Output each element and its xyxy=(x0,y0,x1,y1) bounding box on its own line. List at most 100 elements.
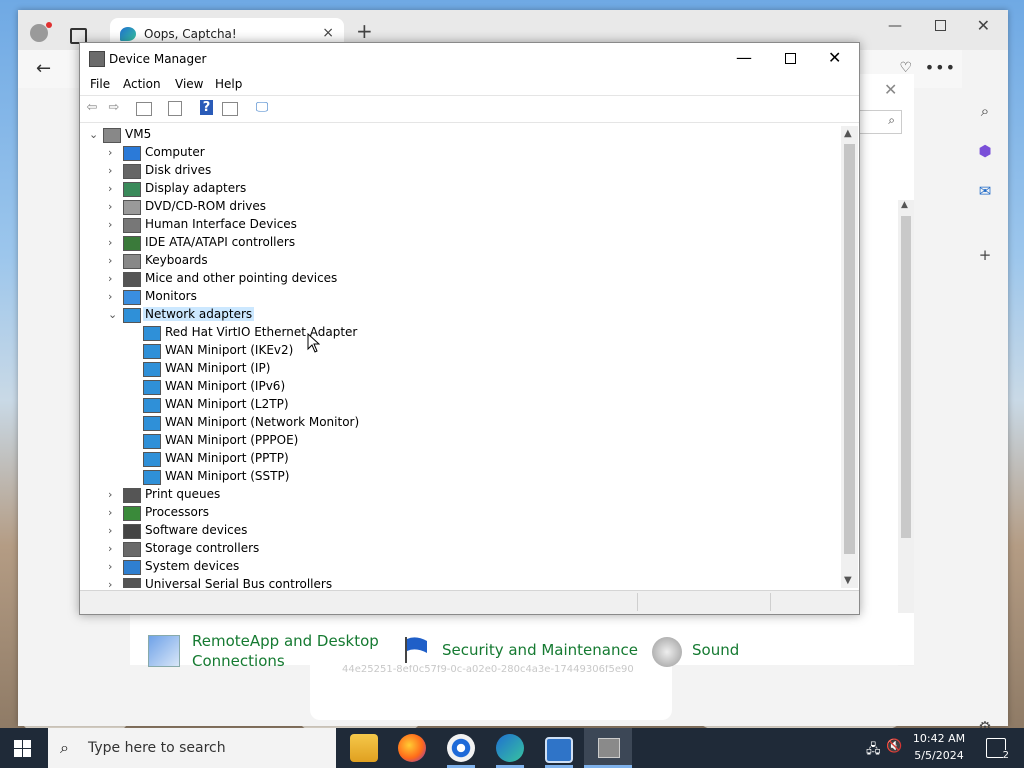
chevron-right-icon[interactable]: › xyxy=(108,560,118,573)
tree-category[interactable]: › Processors xyxy=(81,504,841,522)
chevron-right-icon[interactable]: › xyxy=(108,146,118,159)
help-icon[interactable]: ? xyxy=(200,100,213,115)
search-icon[interactable]: ⌕ xyxy=(976,102,994,120)
tree-device-item[interactable]: WAN Miniport (IP) xyxy=(81,360,841,378)
minimize-button[interactable]: — xyxy=(736,48,752,67)
scrollbar-thumb[interactable] xyxy=(901,216,911,538)
tree-category[interactable]: › Universal Serial Bus controllers xyxy=(81,576,841,588)
back-button[interactable]: ← xyxy=(36,58,51,79)
menu-action[interactable]: Action xyxy=(123,77,161,91)
clock-date[interactable]: 5/5/2024 xyxy=(906,749,972,762)
sound-link[interactable]: Sound xyxy=(692,641,739,659)
notification-center-icon[interactable]: 2 xyxy=(986,738,1009,761)
tree-category[interactable]: › Storage controllers xyxy=(81,540,841,558)
web-dialog-close-icon[interactable]: ✕ xyxy=(884,80,897,99)
clock-time[interactable]: 10:42 AM xyxy=(906,732,972,745)
tree-device-item[interactable]: WAN Miniport (PPTP) xyxy=(81,450,841,468)
chevron-right-icon[interactable]: › xyxy=(108,272,118,285)
chevron-right-icon[interactable]: › xyxy=(108,164,118,177)
volume-muted-icon[interactable]: 🔇 xyxy=(886,739,902,754)
browser-minimize-button[interactable]: — xyxy=(888,18,902,34)
file-explorer-icon[interactable] xyxy=(350,734,378,762)
chevron-right-icon[interactable]: › xyxy=(108,488,118,501)
forward-arrow-icon[interactable]: ⇨ xyxy=(106,100,122,116)
properties-icon[interactable] xyxy=(168,101,182,116)
firefox-icon[interactable] xyxy=(398,734,426,762)
chrome-icon[interactable] xyxy=(447,734,475,762)
scroll-up-icon[interactable]: ▲ xyxy=(844,128,852,139)
chevron-down-icon[interactable]: ⌄ xyxy=(89,128,99,141)
tree-category[interactable]: › Keyboards xyxy=(81,252,841,270)
network-icon[interactable]: 🖧 xyxy=(866,740,881,762)
tree-category[interactable]: › System devices xyxy=(81,558,841,576)
tree-category[interactable]: › DVD/CD-ROM drives xyxy=(81,198,841,216)
browser-maximize-button[interactable] xyxy=(935,20,946,31)
scrollbar-thumb[interactable] xyxy=(844,144,855,554)
tree-category[interactable]: › Software devices xyxy=(81,522,841,540)
tree-device-item[interactable]: WAN Miniport (L2TP) xyxy=(81,396,841,414)
add-sidebar-app-icon[interactable]: + xyxy=(976,246,994,264)
chevron-right-icon[interactable]: › xyxy=(108,182,118,195)
chevron-down-icon[interactable]: ⌄ xyxy=(108,308,118,321)
tab-close-button[interactable]: × xyxy=(322,25,334,41)
device-tree-scrollbar[interactable]: ▲ ▼ xyxy=(841,126,858,588)
tree-item-label: VM5 xyxy=(125,127,152,141)
tree-device-item[interactable]: WAN Miniport (Network Monitor) xyxy=(81,414,841,432)
edge-icon[interactable] xyxy=(496,734,524,762)
update-driver-icon[interactable] xyxy=(222,102,238,116)
show-hide-console-tree-icon[interactable] xyxy=(136,102,152,116)
tree-device-item[interactable]: WAN Miniport (PPPOE) xyxy=(81,432,841,450)
control-panel-scrollbar[interactable]: ▲ ▼ xyxy=(898,200,914,666)
tree-category[interactable]: › Disk drives xyxy=(81,162,841,180)
start-button[interactable] xyxy=(14,740,31,757)
tree-category[interactable]: › Print queues xyxy=(81,486,841,504)
outlook-icon[interactable]: ✉ xyxy=(976,182,994,200)
chevron-right-icon[interactable]: › xyxy=(108,506,118,519)
chevron-right-icon[interactable]: › xyxy=(108,542,118,555)
chevron-right-icon[interactable]: › xyxy=(108,578,118,588)
chevron-right-icon[interactable]: › xyxy=(108,236,118,249)
taskbar: ⌕ Type here to search 🖧 🔇 10:42 AM 5/5/2… xyxy=(0,728,1024,768)
remoteapp-link[interactable]: RemoteApp and Desktop Connections xyxy=(192,631,379,671)
chevron-right-icon[interactable]: › xyxy=(108,200,118,213)
taskbar-search-box[interactable]: ⌕ Type here to search xyxy=(48,728,336,768)
tree-category[interactable]: › IDE ATA/ATAPI controllers xyxy=(81,234,841,252)
menu-file[interactable]: File xyxy=(90,77,110,91)
network-adapter-icon xyxy=(143,398,161,413)
chevron-right-icon[interactable]: › xyxy=(108,218,118,231)
device-category-icon xyxy=(123,542,141,557)
device-manager-taskbar-item[interactable] xyxy=(584,728,632,768)
close-button[interactable]: ✕ xyxy=(828,48,841,67)
tree-root-vm5[interactable]: ⌄ VM5 xyxy=(81,126,841,144)
scroll-down-icon[interactable]: ▼ xyxy=(844,575,852,586)
scroll-up-icon[interactable]: ▲ xyxy=(901,200,908,210)
profile-icon[interactable] xyxy=(30,24,48,42)
tree-category[interactable]: ⌄ Network adapters xyxy=(81,306,841,324)
scan-hardware-icon[interactable]: 🖵 xyxy=(254,100,270,116)
chevron-right-icon[interactable]: › xyxy=(108,254,118,267)
more-options-button[interactable]: ••• xyxy=(925,58,956,77)
tree-device-item[interactable]: WAN Miniport (SSTP) xyxy=(81,468,841,486)
m365-icon[interactable]: ⬢ xyxy=(976,142,994,160)
browser-close-button[interactable]: ✕ xyxy=(977,16,990,35)
chevron-right-icon[interactable]: › xyxy=(108,524,118,537)
menu-view[interactable]: View xyxy=(175,77,203,91)
tree-device-item[interactable]: WAN Miniport (IKEv2) xyxy=(81,342,841,360)
control-panel-search-box[interactable]: ⌕ xyxy=(858,110,902,134)
tree-device-item[interactable]: Red Hat VirtIO Ethernet Adapter xyxy=(81,324,841,342)
chevron-right-icon[interactable]: › xyxy=(108,290,118,303)
maximize-button[interactable] xyxy=(785,53,796,64)
network-adapter-icon xyxy=(143,416,161,431)
device-category-icon xyxy=(123,488,141,503)
security-maintenance-link[interactable]: Security and Maintenance xyxy=(442,641,638,659)
tree-category[interactable]: › Human Interface Devices xyxy=(81,216,841,234)
tree-device-item[interactable]: WAN Miniport (IPv6) xyxy=(81,378,841,396)
tree-category[interactable]: › Display adapters xyxy=(81,180,841,198)
tree-category[interactable]: › Mice and other pointing devices xyxy=(81,270,841,288)
tree-category[interactable]: › Computer xyxy=(81,144,841,162)
menu-help[interactable]: Help xyxy=(215,77,242,91)
back-arrow-icon[interactable]: ⇦ xyxy=(84,100,100,116)
new-tab-button[interactable]: + xyxy=(356,19,373,43)
control-panel-icon[interactable] xyxy=(545,737,573,763)
tree-category[interactable]: › Monitors xyxy=(81,288,841,306)
